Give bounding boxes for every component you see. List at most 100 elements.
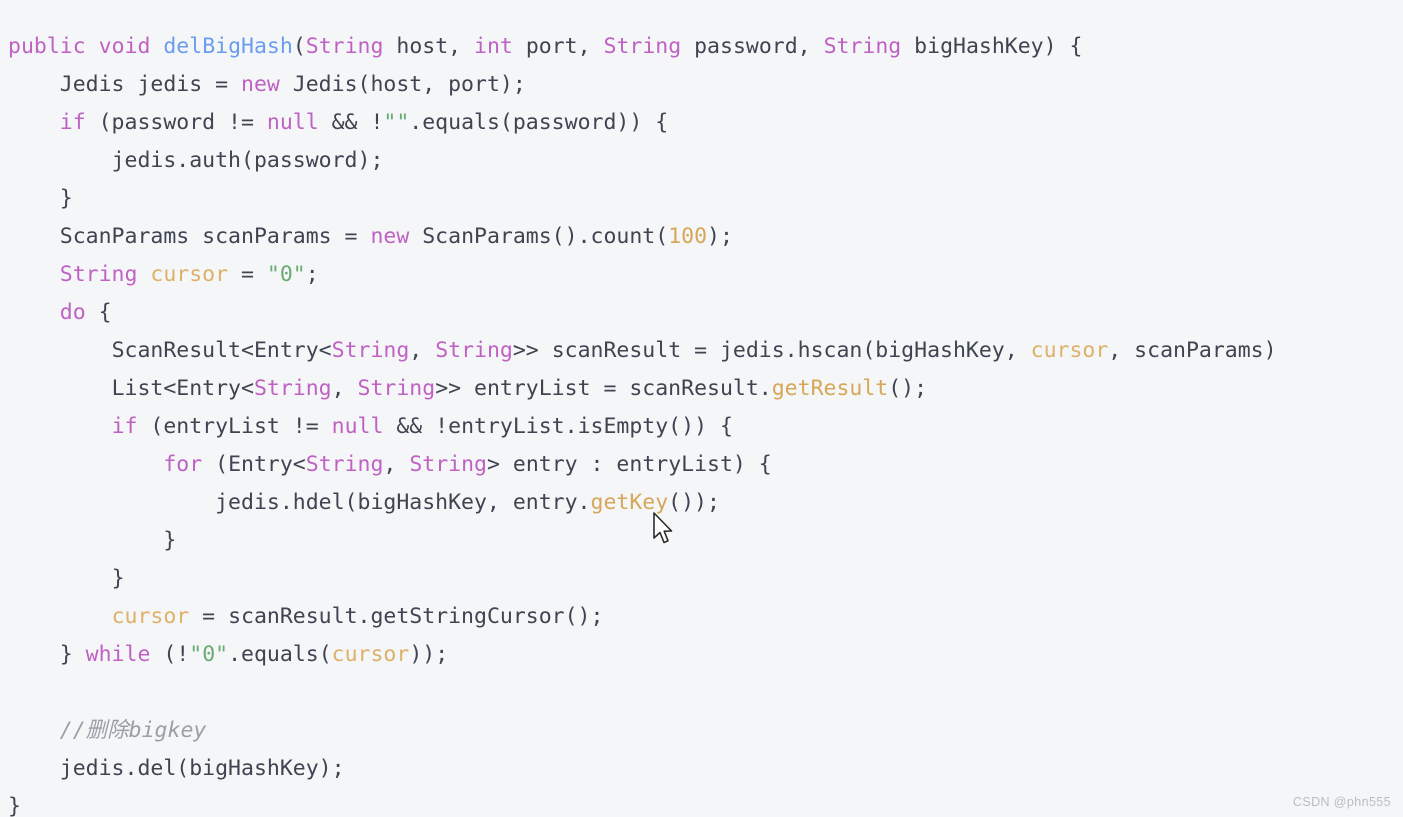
code-token-plain: jedis.del(bigHashKey); (59, 756, 345, 781)
code-token-keyword: for (163, 452, 203, 477)
code-token-plain: >> scanResult = jedis.hscan(bigHashKey, (512, 338, 1031, 363)
code-token-plain: .equals(password)) { (409, 110, 669, 135)
code-line: } (0, 180, 1403, 218)
code-token-number: 100 (668, 224, 708, 249)
code-line: } (0, 788, 1403, 817)
csdn-watermark: CSDN @phn555 (1292, 795, 1391, 809)
code-token-field: cursor (1030, 338, 1109, 363)
code-token-plain: )); (409, 642, 449, 667)
code-line: ScanParams scanParams = new ScanParams()… (0, 218, 1403, 256)
code-token-keyword: void (98, 34, 151, 59)
code-token-type: String (305, 34, 384, 59)
code-token-plain: ScanParams().count( (409, 224, 669, 249)
code-token-plain: , (383, 452, 410, 477)
code-token-keyword: int (474, 34, 513, 59)
code-token-plain: ScanParams scanParams = (59, 224, 371, 249)
code-line: jedis.hdel(bigHashKey, entry.getKey()); (0, 484, 1403, 522)
code-token-plain: (password != (85, 110, 267, 135)
code-line: public void delBigHash(String host, int … (0, 28, 1403, 66)
code-token-plain: (Entry< (202, 452, 306, 477)
code-token-keyword: if (111, 414, 138, 439)
code-token-type: String (823, 34, 902, 59)
code-token-method: delBigHash (163, 34, 293, 59)
code-token-plain: = (228, 262, 267, 287)
code-line: //删除bigkey (0, 712, 1403, 750)
code-token-plain: } (8, 794, 21, 817)
code-token-keyword: new (370, 224, 410, 249)
code-token-plain: ScanResult<Entry< (111, 338, 332, 363)
code-token-plain: , (331, 376, 358, 401)
code-line: if (password != null && !"".equals(passw… (0, 104, 1403, 142)
code-line: jedis.auth(password); (0, 142, 1403, 180)
code-token-plain: password, (681, 34, 824, 59)
code-token-plain: port, (512, 34, 604, 59)
code-token-keyword: while (85, 642, 151, 667)
code-line: ScanResult<Entry<String, String>> scanRe… (0, 332, 1403, 370)
code-token-type: String (435, 338, 513, 363)
code-token-field: cursor (150, 262, 229, 287)
code-token-plain: } (111, 566, 125, 591)
code-token-keyword: if (59, 110, 86, 135)
code-line: cursor = scanResult.getStringCursor(); (0, 598, 1403, 636)
code-token-plain: > entry : entryList) { (486, 452, 772, 477)
code-token-plain: Jedis jedis = (59, 72, 241, 97)
code-token-field: cursor (111, 604, 190, 629)
code-token-plain: && !entryList.isEmpty()) { (383, 414, 733, 439)
code-token-plain: (entryList != (137, 414, 332, 439)
code-line: jedis.del(bigHashKey); (0, 750, 1403, 788)
code-line: for (Entry<String, String> entry : entry… (0, 446, 1403, 484)
code-token-keyword: null (266, 110, 319, 135)
code-token-field: cursor (331, 642, 410, 667)
code-token-punct: ( (292, 34, 306, 59)
code-token-call: getKey (590, 490, 669, 515)
code-token-plain: { (85, 300, 112, 325)
code-viewer: public void delBigHash(String host, int … (0, 0, 1403, 817)
code-token-plain: jedis.hdel(bigHashKey, entry. (215, 490, 591, 515)
code-token-comment: //删除bigkey (59, 718, 207, 743)
code-token-string: "0" (266, 262, 306, 287)
code-token-keyword: null (331, 414, 384, 439)
code-token-plain: ); (707, 224, 733, 249)
code-token-type: String (253, 376, 332, 401)
code-token-plain: jedis.auth(password); (111, 148, 384, 173)
code-token-plain: (); (888, 376, 928, 401)
code-token-plain: ; (305, 262, 319, 287)
code-token-type: String (357, 376, 436, 401)
code-token-plain: && ! (318, 110, 384, 135)
code-token-keyword: do (59, 300, 86, 325)
code-line: } (0, 560, 1403, 598)
code-token-type: String (409, 452, 487, 477)
code-token-plain: } (163, 528, 177, 553)
code-token-plain: .equals( (228, 642, 332, 667)
code-line: String cursor = "0"; (0, 256, 1403, 294)
code-token-plain: , (409, 338, 436, 363)
code-content[interactable]: public void delBigHash(String host, int … (0, 28, 1403, 817)
code-line: Jedis jedis = new Jedis(host, port); (0, 66, 1403, 104)
code-line: List<Entry<String, String>> entryList = … (0, 370, 1403, 408)
code-token-plain: List<Entry< (111, 376, 254, 401)
code-token-keyword: new (241, 72, 280, 97)
code-line: if (entryList != null && !entryList.isEm… (0, 408, 1403, 446)
code-line: } while (!"0".equals(cursor)); (0, 636, 1403, 674)
code-token-plain: >> entryList = scanResult. (435, 376, 772, 401)
code-token-type: String (305, 452, 384, 477)
